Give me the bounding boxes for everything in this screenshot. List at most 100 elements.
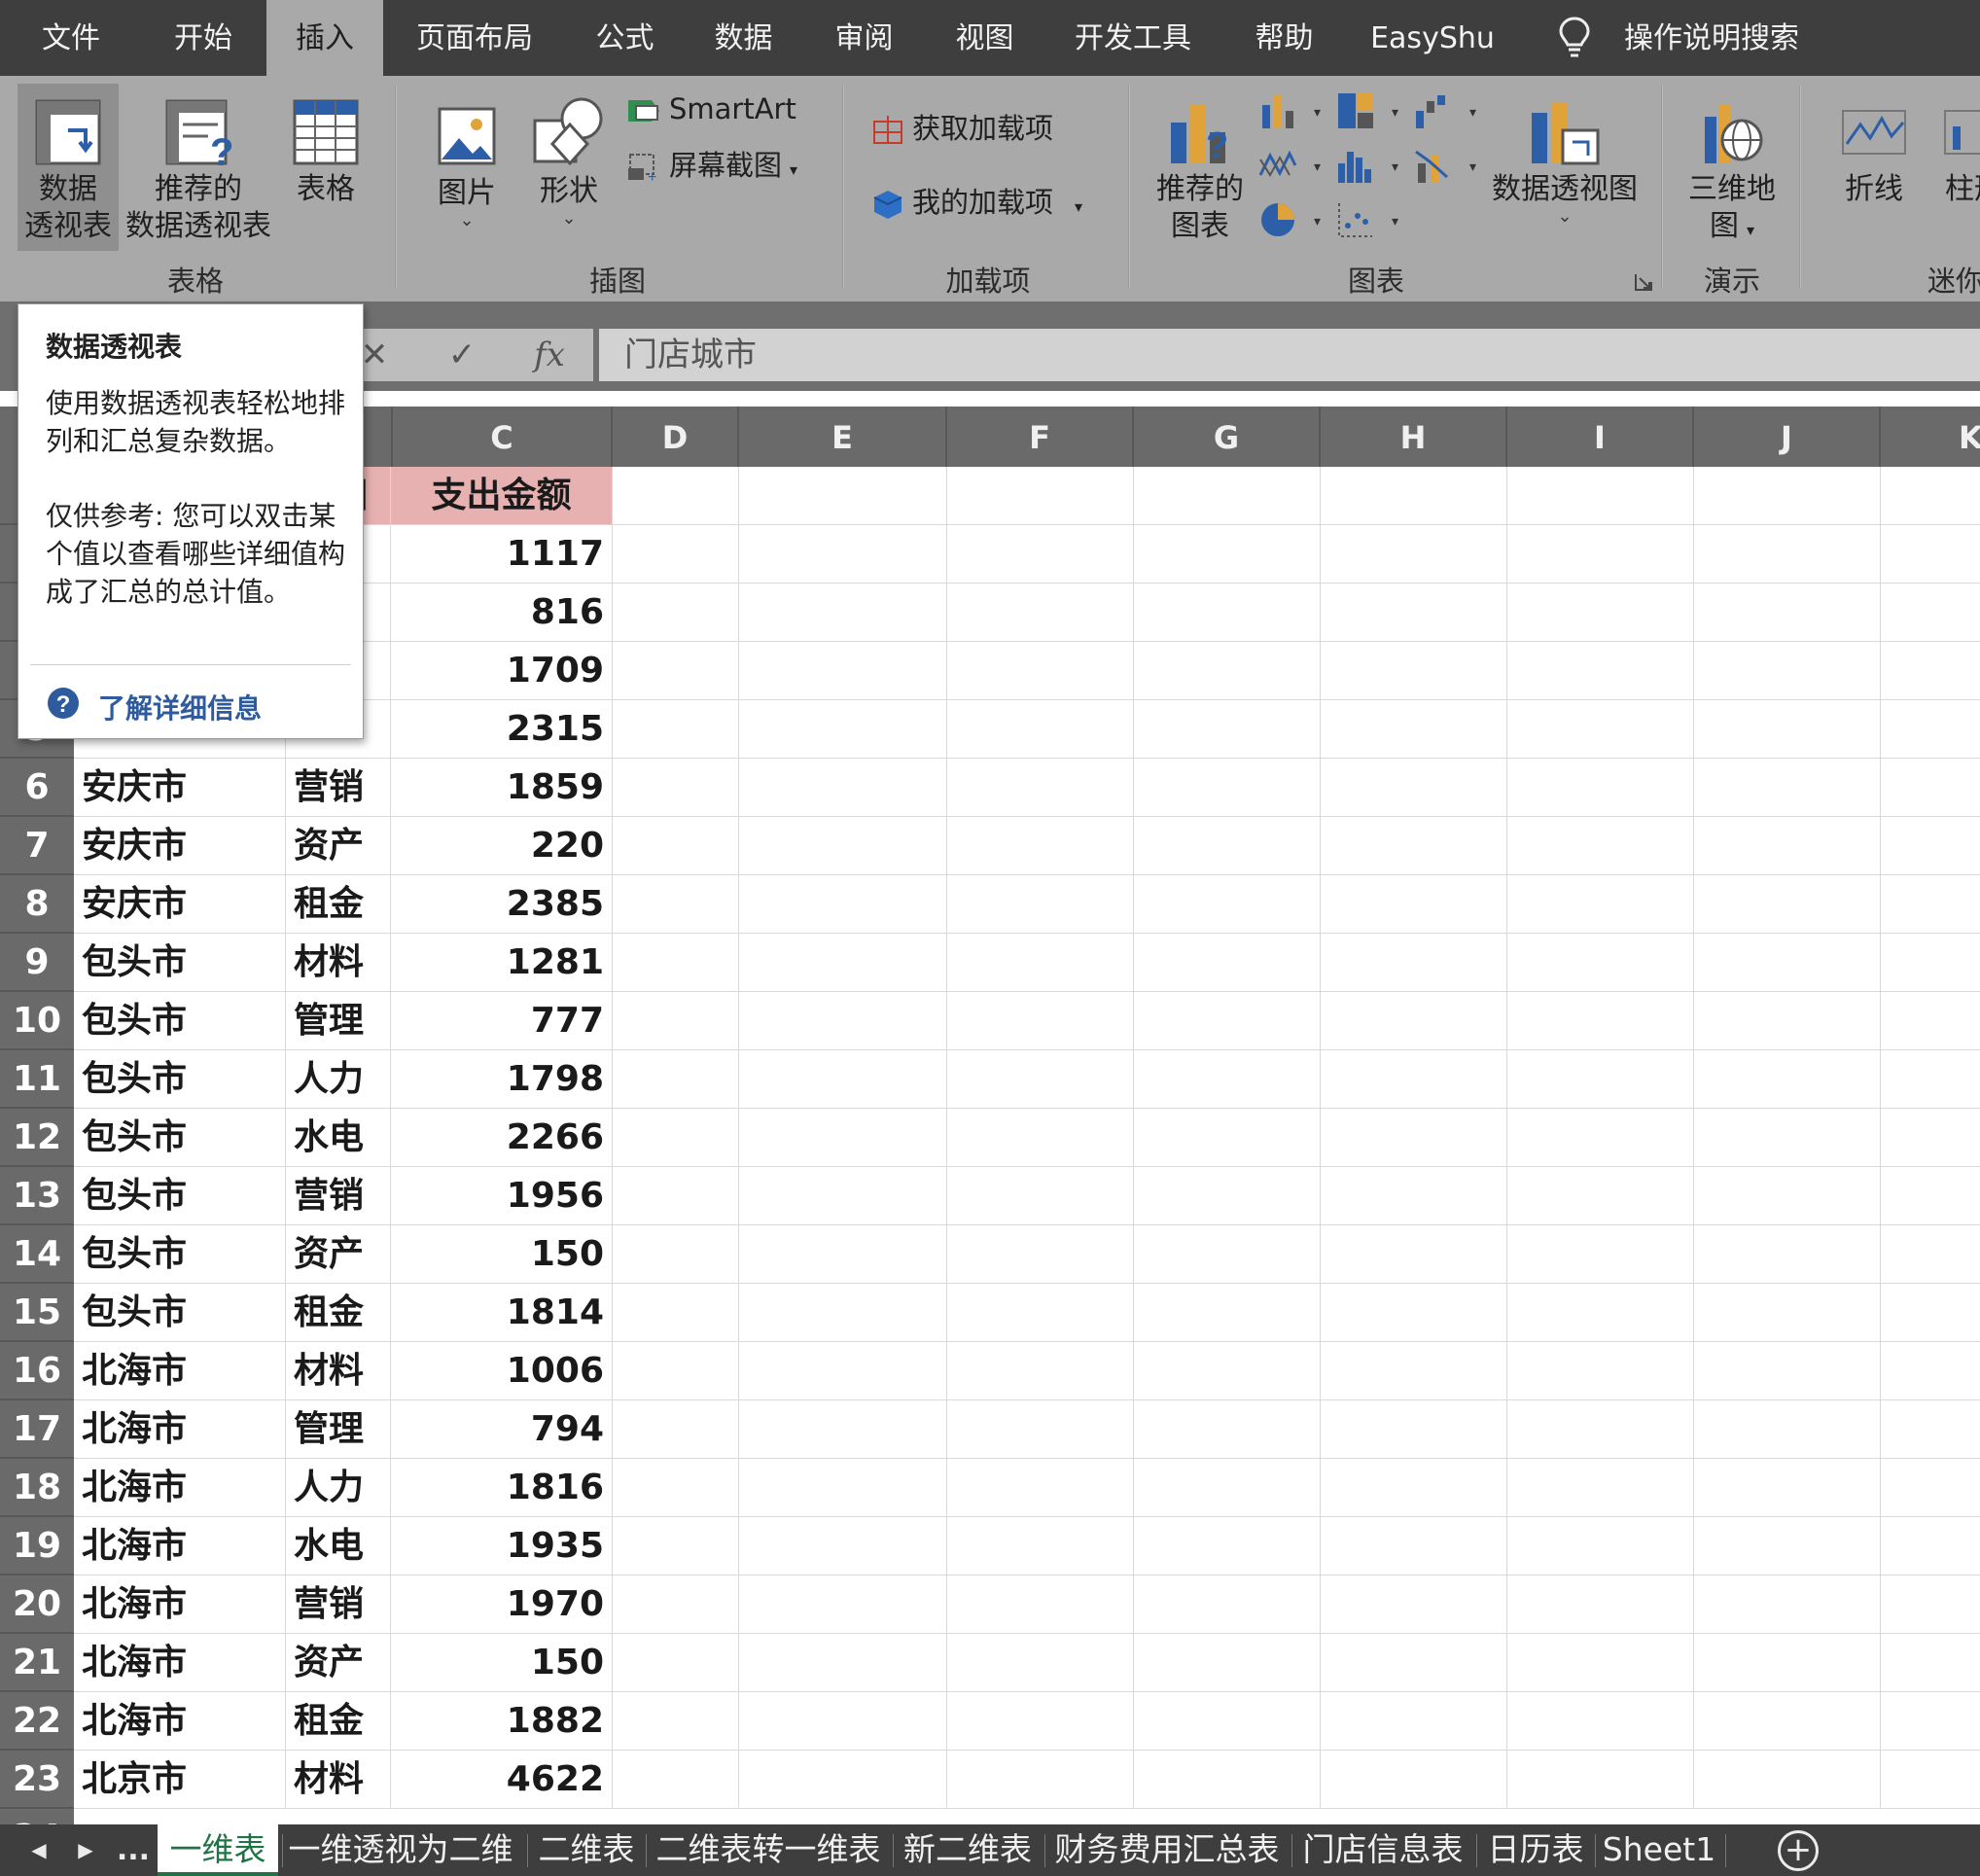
empty-cell[interactable] bbox=[1694, 1634, 1881, 1692]
empty-cell[interactable] bbox=[1881, 525, 1980, 584]
cell-a[interactable]: 北海市 bbox=[74, 1342, 286, 1400]
tab-easyshu[interactable]: EasyShu bbox=[1360, 0, 1505, 76]
empty-cell[interactable] bbox=[1134, 1459, 1321, 1517]
cell-f1[interactable] bbox=[947, 467, 1134, 525]
empty-cell[interactable] bbox=[1507, 759, 1694, 817]
row-header[interactable]: 14 bbox=[0, 1225, 74, 1284]
row-header[interactable]: 17 bbox=[0, 1400, 74, 1459]
empty-cell[interactable] bbox=[1134, 759, 1321, 817]
confirm-entry-button[interactable]: ✓ bbox=[418, 329, 506, 381]
table-button[interactable]: 表格 bbox=[282, 84, 370, 251]
empty-cell[interactable] bbox=[947, 1692, 1134, 1751]
cell-c[interactable]: 220 bbox=[391, 817, 613, 875]
pie-chart-button[interactable]: ▾ bbox=[1256, 196, 1325, 247]
empty-cell[interactable] bbox=[613, 700, 739, 759]
tab-page-layout[interactable]: 页面布局 bbox=[397, 0, 552, 76]
cell-d1[interactable] bbox=[613, 467, 739, 525]
empty-cell[interactable] bbox=[613, 1284, 739, 1342]
empty-cell[interactable] bbox=[1694, 875, 1881, 934]
cell-b[interactable]: 材料 bbox=[286, 1751, 391, 1809]
cell-b[interactable]: 人力 bbox=[286, 1050, 391, 1109]
cell-c[interactable]: 1935 bbox=[391, 1517, 613, 1575]
dialog-launcher-icon[interactable] bbox=[1634, 272, 1653, 292]
empty-cell[interactable] bbox=[947, 1167, 1134, 1225]
empty-cell[interactable] bbox=[1881, 1634, 1980, 1692]
empty-cell[interactable] bbox=[739, 642, 947, 700]
column-header-g[interactable]: G bbox=[1134, 407, 1321, 467]
3d-map-button[interactable]: 三维地 图 ▾ bbox=[1679, 84, 1786, 251]
empty-cell[interactable] bbox=[1321, 1400, 1507, 1459]
empty-cell[interactable] bbox=[1507, 700, 1694, 759]
cell-b[interactable]: 资产 bbox=[286, 1225, 391, 1284]
sheet-tab-store-info[interactable]: 门店信息表 bbox=[1295, 1824, 1470, 1876]
empty-cell[interactable] bbox=[1321, 1751, 1507, 1809]
line-chart-button[interactable]: ▾ bbox=[1256, 142, 1325, 193]
cell-b[interactable]: 人力 bbox=[286, 1459, 391, 1517]
empty-cell[interactable] bbox=[1694, 1050, 1881, 1109]
cell-c[interactable]: 1882 bbox=[391, 1692, 613, 1751]
empty-cell[interactable] bbox=[1134, 1050, 1321, 1109]
empty-cell[interactable] bbox=[1321, 642, 1507, 700]
cell-a[interactable]: 北海市 bbox=[74, 1517, 286, 1575]
empty-cell[interactable] bbox=[947, 700, 1134, 759]
row-header[interactable]: 6 bbox=[0, 759, 74, 817]
cell-c[interactable]: 4622 bbox=[391, 1751, 613, 1809]
cell-a[interactable]: 北海市 bbox=[74, 1459, 286, 1517]
empty-cell[interactable] bbox=[613, 1575, 739, 1634]
empty-cell[interactable] bbox=[1507, 934, 1694, 992]
cell-b[interactable]: 管理 bbox=[286, 1400, 391, 1459]
pivot-chart-button[interactable]: 数据透视图 ⌄ bbox=[1486, 84, 1644, 251]
empty-cell[interactable] bbox=[1881, 1342, 1980, 1400]
empty-cell[interactable] bbox=[613, 1342, 739, 1400]
cell-c[interactable]: 2266 bbox=[391, 1109, 613, 1167]
cell-c[interactable]: 1816 bbox=[391, 1459, 613, 1517]
empty-cell[interactable] bbox=[1881, 934, 1980, 992]
empty-cell[interactable] bbox=[739, 700, 947, 759]
empty-cell[interactable] bbox=[947, 1400, 1134, 1459]
empty-cell[interactable] bbox=[739, 1459, 947, 1517]
cell-c[interactable]: 150 bbox=[391, 1634, 613, 1692]
empty-cell[interactable] bbox=[739, 1342, 947, 1400]
empty-cell[interactable] bbox=[739, 1517, 947, 1575]
empty-cell[interactable] bbox=[739, 817, 947, 875]
row-header[interactable]: 21 bbox=[0, 1634, 74, 1692]
empty-cell[interactable] bbox=[1694, 1400, 1881, 1459]
sheet-tab-new-2d[interactable]: 新二维表 bbox=[897, 1824, 1039, 1876]
empty-cell[interactable] bbox=[1507, 1692, 1694, 1751]
empty-cell[interactable] bbox=[613, 1692, 739, 1751]
empty-cell[interactable] bbox=[1507, 1284, 1694, 1342]
empty-cell[interactable] bbox=[613, 1751, 739, 1809]
sheet-tab-calendar[interactable]: 日历表 bbox=[1480, 1824, 1591, 1876]
empty-cell[interactable] bbox=[1134, 700, 1321, 759]
empty-cell[interactable] bbox=[1507, 1109, 1694, 1167]
column-header-d[interactable]: D bbox=[613, 407, 739, 467]
cell-a[interactable]: 包头市 bbox=[74, 934, 286, 992]
insert-function-button[interactable]: fx bbox=[506, 329, 593, 381]
empty-cell[interactable] bbox=[739, 584, 947, 642]
empty-cell[interactable] bbox=[739, 875, 947, 934]
cell-i1[interactable] bbox=[1507, 467, 1694, 525]
sparkline-line-button[interactable]: 折线 bbox=[1822, 84, 1926, 251]
empty-cell[interactable] bbox=[1694, 817, 1881, 875]
row-header[interactable]: 15 bbox=[0, 1284, 74, 1342]
empty-cell[interactable] bbox=[1881, 1284, 1980, 1342]
column-header-c[interactable]: C bbox=[391, 407, 613, 467]
empty-cell[interactable] bbox=[1694, 700, 1881, 759]
empty-cell[interactable] bbox=[613, 759, 739, 817]
row-header[interactable]: 16 bbox=[0, 1342, 74, 1400]
cell-c[interactable]: 150 bbox=[391, 1225, 613, 1284]
empty-cell[interactable] bbox=[1321, 1692, 1507, 1751]
empty-cell[interactable] bbox=[739, 1751, 947, 1809]
empty-cell[interactable] bbox=[1134, 1342, 1321, 1400]
cell-c1[interactable]: 支出金额 bbox=[391, 467, 613, 525]
cell-b[interactable]: 租金 bbox=[286, 1692, 391, 1751]
row-header[interactable]: 12 bbox=[0, 1109, 74, 1167]
cell-b[interactable]: 营销 bbox=[286, 1167, 391, 1225]
cell-a[interactable]: 安庆市 bbox=[74, 875, 286, 934]
empty-cell[interactable] bbox=[1694, 1342, 1881, 1400]
row-header[interactable]: 8 bbox=[0, 875, 74, 934]
tab-home[interactable]: 开始 bbox=[146, 0, 261, 76]
empty-cell[interactable] bbox=[1694, 1284, 1881, 1342]
cell-b[interactable]: 营销 bbox=[286, 759, 391, 817]
row-header[interactable]: 20 bbox=[0, 1575, 74, 1634]
